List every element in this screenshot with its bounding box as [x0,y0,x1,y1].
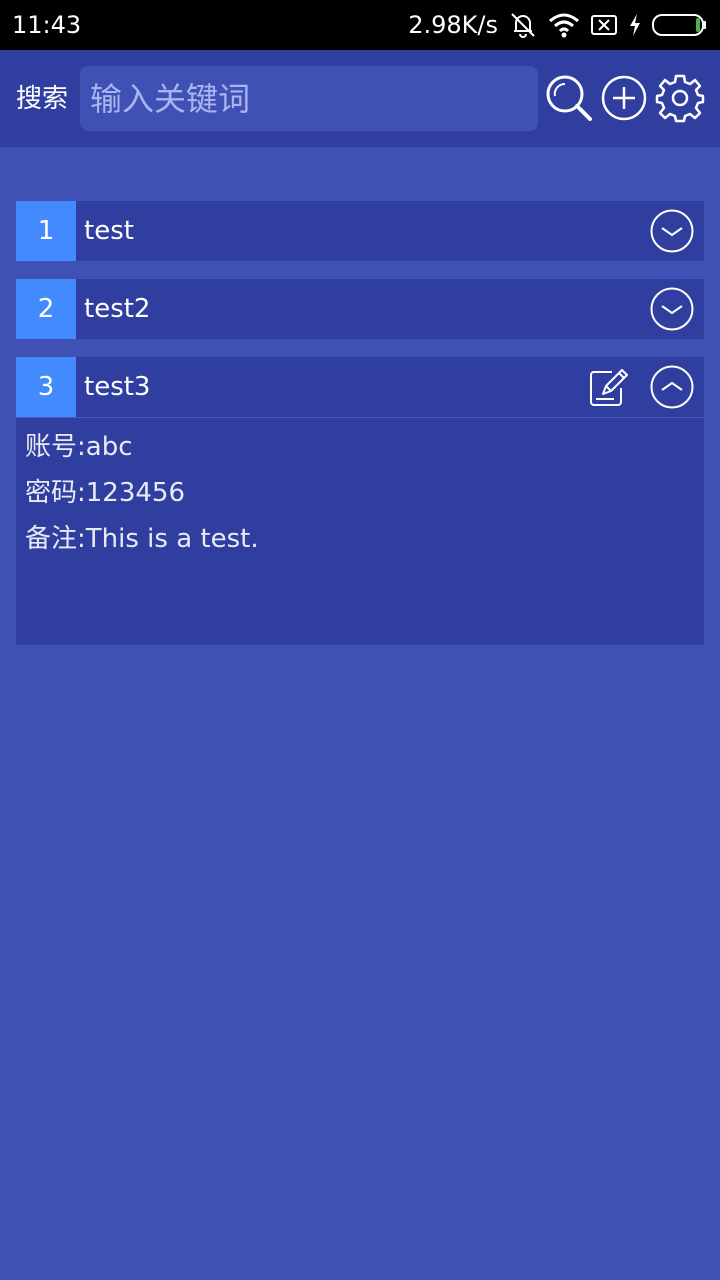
status-time: 11:43 [12,11,82,39]
item-header[interactable]: 2 test2 [16,279,704,339]
list-item: 1 test [16,201,704,261]
edit-icon[interactable] [588,366,630,412]
muted-bell-icon [508,11,538,39]
settings-icon[interactable] [655,73,705,123]
net-speed: 2.98K/s [408,11,498,39]
expand-icon[interactable] [650,209,694,257]
item-index: 3 [16,357,76,417]
list-item: 2 test2 [16,279,704,339]
item-details: 账号:abc 密码:123456 备注:This is a test. [16,417,704,645]
item-title: test3 [84,372,151,402]
search-input[interactable] [80,66,538,131]
battery-icon [652,13,708,37]
wifi-icon [548,12,580,38]
app-bar: 搜索 [0,50,720,147]
status-icons: 2.98K/s [408,11,708,39]
charging-icon [628,13,642,37]
item-title: test [84,216,134,246]
search-label: 搜索 [16,84,69,114]
password-line: 密码:123456 [25,478,186,508]
account-line: 账号:abc [25,432,133,462]
note-line: 备注:This is a test. [25,524,259,554]
item-header[interactable]: 3 test3 [16,357,704,417]
item-header[interactable]: 1 test [16,201,704,261]
no-sim-icon [590,13,618,37]
add-icon[interactable] [601,75,647,121]
item-title: test2 [84,294,151,324]
collapse-icon[interactable] [650,365,694,413]
status-bar: 11:43 2.98K/s [0,0,720,50]
expand-icon[interactable] [650,287,694,335]
item-index: 1 [16,201,76,261]
entry-list: 1 test 2 test2 3 test3 账号:abc 密码:123456 … [16,201,704,663]
list-item: 3 test3 账号:abc 密码:123456 备注:This is a te… [16,357,704,645]
search-icon[interactable] [545,74,593,124]
item-index: 2 [16,279,76,339]
